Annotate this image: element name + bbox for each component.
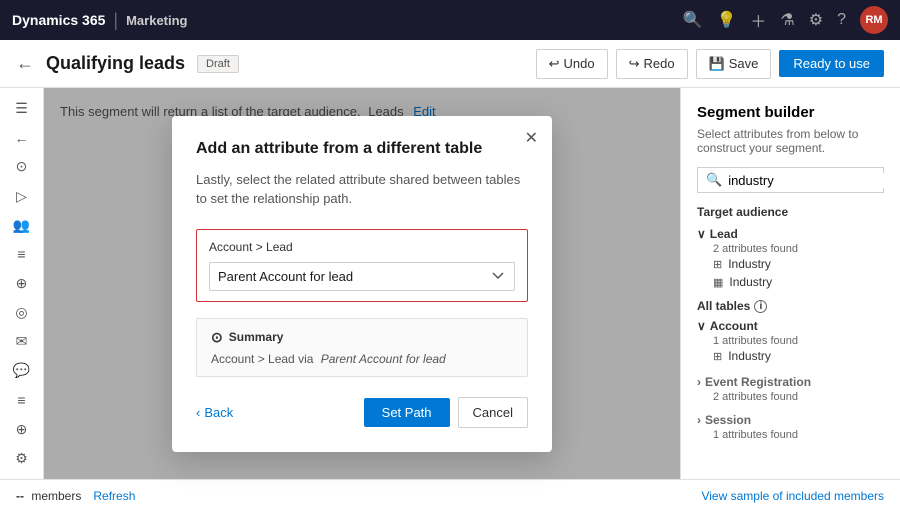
- sidebar-lines-icon[interactable]: ≡: [6, 388, 38, 413]
- avatar[interactable]: RM: [860, 6, 888, 34]
- segment-builder-panel: Segment builder Select attributes from b…: [680, 88, 900, 479]
- top-nav: Dynamics 365 | Marketing 🔍 💡 ＋ ⚗ ⚙ ? RM: [0, 0, 900, 40]
- module-name: Marketing: [126, 13, 187, 28]
- all-tables-label: All tables i: [697, 299, 884, 313]
- search-box[interactable]: 🔍 ✕: [697, 167, 884, 193]
- nav-divider: |: [113, 10, 118, 31]
- relation-select[interactable]: Parent Account for lead: [209, 262, 515, 291]
- grid-icon: ⊞: [713, 258, 722, 271]
- brand-name: Dynamics 365: [12, 12, 105, 28]
- sidebar-chat-icon[interactable]: 💬: [6, 358, 38, 383]
- summary-header: ⊙ Summary: [211, 329, 513, 346]
- tree-item[interactable]: ⊞ Industry: [697, 347, 884, 365]
- search-icon: 🔍: [706, 172, 722, 188]
- sidebar-email-icon[interactable]: ✉: [6, 329, 38, 354]
- event-count: 2 attributes found: [697, 391, 884, 403]
- content-area: This segment will return a list of the t…: [44, 88, 680, 479]
- search-icon[interactable]: 🔍: [683, 10, 703, 30]
- save-button[interactable]: 💾 Save: [696, 49, 772, 79]
- redo-button[interactable]: ↪ Redo: [616, 49, 688, 79]
- add-icon[interactable]: ＋: [750, 8, 766, 32]
- account-count: 1 attributes found: [697, 335, 884, 347]
- account-section: ∨ Account 1 attributes found ⊞ Industry: [697, 317, 884, 365]
- back-button[interactable]: ‹ Back: [196, 405, 233, 420]
- tree-item[interactable]: ⊞ Industry: [697, 255, 884, 273]
- sidebar-menu-icon[interactable]: ☰: [6, 96, 38, 121]
- event-registration-section: › Event Registration 2 attributes found: [697, 373, 884, 403]
- members-count: -- members: [16, 489, 81, 503]
- lead-section: ∨ Lead 2 attributes found ⊞ Industry ▦ I…: [697, 225, 884, 291]
- chevron-down-icon: ∨: [697, 227, 706, 241]
- session-section: › Session 1 attributes found: [697, 411, 884, 441]
- view-sample-link[interactable]: View sample of included members: [701, 489, 884, 503]
- sidebar-home-icon[interactable]: ⊙: [6, 154, 38, 179]
- toolbar-actions: ↩ Undo ↪ Redo 💾 Save Ready to use: [536, 49, 884, 79]
- summary-icon: ⊙: [211, 329, 223, 346]
- table-icon: ▦: [713, 276, 723, 289]
- status-badge: Draft: [197, 55, 239, 73]
- modal-close-button[interactable]: ✕: [525, 128, 538, 148]
- search-input[interactable]: [728, 173, 900, 188]
- lightbulb-icon[interactable]: 💡: [716, 10, 736, 30]
- help-icon[interactable]: ?: [837, 11, 846, 29]
- sidebar-plus-icon[interactable]: ⊕: [6, 417, 38, 442]
- set-path-button[interactable]: Set Path: [364, 398, 450, 427]
- back-button[interactable]: ←: [16, 53, 34, 74]
- left-sidebar: ☰ ← ⊙ ▷ 👥 ≡ ⊕ ◎ ✉ 💬 ≡ ⊕ ⚙: [0, 88, 44, 479]
- brand: Dynamics 365 | Marketing: [12, 10, 188, 31]
- redo-icon: ↪: [629, 56, 640, 72]
- sidebar-gear-icon[interactable]: ⚙: [6, 446, 38, 471]
- target-audience-label: Target audience: [697, 205, 884, 219]
- chevron-left-icon: ‹: [196, 405, 200, 420]
- account-section-header[interactable]: ∨ Account: [697, 317, 884, 335]
- settings-icon[interactable]: ⚙: [809, 10, 823, 30]
- modal-description: Lastly, select the related attribute sha…: [196, 170, 528, 209]
- top-nav-icons: 🔍 💡 ＋ ⚗ ⚙ ? RM: [683, 6, 888, 34]
- modal-footer: ‹ Back Set Path Cancel: [196, 397, 528, 428]
- second-bar: ← Qualifying leads Draft ↩ Undo ↪ Redo 💾…: [0, 40, 900, 88]
- ready-to-use-button[interactable]: Ready to use: [779, 50, 884, 77]
- relation-box: Account > Lead Parent Account for lead: [196, 229, 528, 302]
- sidebar-back-icon[interactable]: ←: [6, 125, 38, 150]
- undo-icon: ↩: [549, 56, 560, 72]
- undo-button[interactable]: ↩ Undo: [536, 49, 608, 79]
- info-icon: i: [754, 300, 767, 313]
- session-section-header[interactable]: › Session: [697, 411, 884, 429]
- modal-overlay: ✕ Add an attribute from a different tabl…: [44, 88, 680, 479]
- summary-text: Account > Lead via Parent Account for le…: [211, 352, 513, 366]
- cancel-button[interactable]: Cancel: [458, 397, 528, 428]
- summary-box: ⊙ Summary Account > Lead via Parent Acco…: [196, 318, 528, 377]
- sidebar-circle-icon[interactable]: ◎: [6, 300, 38, 325]
- page-title: Qualifying leads: [46, 53, 185, 74]
- chevron-down-icon: ∨: [697, 319, 706, 333]
- chevron-right-icon: ›: [697, 375, 701, 389]
- grid-icon: ⊞: [713, 350, 722, 363]
- panel-title: Segment builder: [697, 104, 884, 121]
- refresh-button[interactable]: Refresh: [93, 489, 135, 503]
- tree-item[interactable]: ▦ Industry: [697, 273, 884, 291]
- event-registration-header[interactable]: › Event Registration: [697, 373, 884, 391]
- modal-title: Add an attribute from a different table: [196, 140, 528, 158]
- panel-subtitle: Select attributes from below to construc…: [697, 127, 884, 155]
- save-icon: 💾: [709, 56, 725, 72]
- sidebar-segments-icon[interactable]: 👥: [6, 213, 38, 238]
- sidebar-run-icon[interactable]: ▷: [6, 183, 38, 208]
- filter-icon[interactable]: ⚗: [780, 10, 794, 30]
- add-attribute-modal: ✕ Add an attribute from a different tabl…: [172, 116, 552, 452]
- sidebar-list-icon[interactable]: ≡: [6, 242, 38, 267]
- relation-label: Account > Lead: [209, 240, 515, 254]
- lead-count: 2 attributes found: [697, 243, 884, 255]
- sidebar-add-icon[interactable]: ⊕: [6, 271, 38, 296]
- lead-section-header[interactable]: ∨ Lead: [697, 225, 884, 243]
- bottom-bar: -- members Refresh View sample of includ…: [0, 479, 900, 511]
- chevron-right-icon: ›: [697, 413, 701, 427]
- session-count: 1 attributes found: [697, 429, 884, 441]
